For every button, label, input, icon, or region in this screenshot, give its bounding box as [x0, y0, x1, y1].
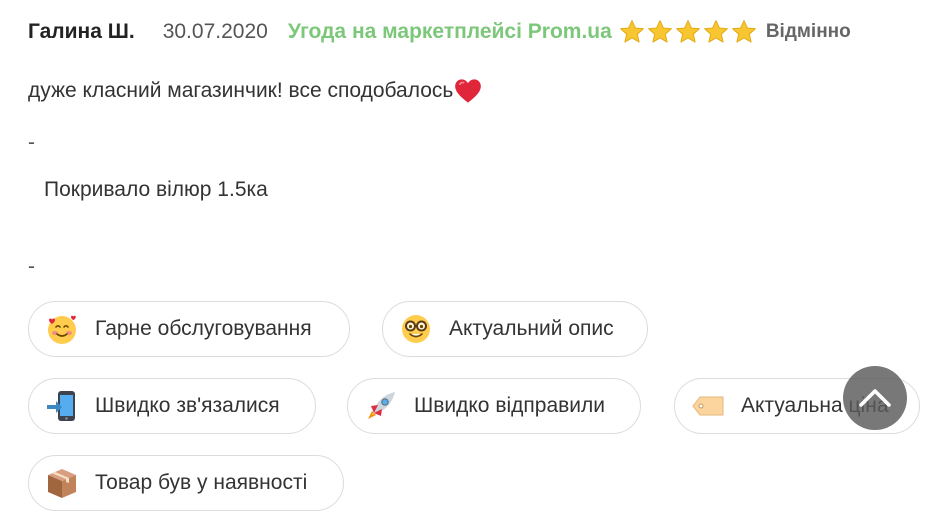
rating-label: Відмінно [765, 21, 851, 42]
star-icon [731, 20, 756, 43]
star-icon [647, 20, 672, 43]
tag-chip-quick-contact[interactable]: Швидко зв'язалися [28, 378, 316, 434]
tag-label: Гарне обслуговування [95, 317, 312, 340]
rating-stars [618, 18, 758, 46]
tag-label: Швидко відправили [414, 394, 605, 417]
separator-dash: - [28, 131, 35, 154]
star-icon [703, 20, 728, 43]
tag-label: Товар був у наявності [95, 471, 308, 494]
deal-badge: Угода на маркетплейсі Prom.ua [287, 20, 612, 43]
review-author: Галина Ш. [28, 20, 135, 43]
tag-label: Швидко зв'язалися [95, 394, 280, 417]
review-text-line: дуже класний магазинчик! все сподобалось [28, 78, 482, 104]
separator-dash: - [28, 255, 35, 278]
scroll-to-top-button[interactable] [843, 366, 907, 430]
price-tag-icon [691, 389, 725, 423]
tag-chip-in-stock[interactable]: Товар був у наявності [28, 455, 344, 511]
star-icon [675, 20, 700, 43]
chevron-up-icon [859, 389, 891, 407]
heart-icon [455, 79, 482, 103]
star-icon [619, 20, 644, 43]
tag-chip-quick-shipping[interactable]: Швидко відправили [347, 378, 641, 434]
tag-chip-actual-description[interactable]: Актуальний опис [382, 301, 648, 357]
review-text: дуже класний магазинчик! все сподобалось [28, 79, 454, 102]
smiling-face-with-hearts-icon [45, 312, 79, 346]
review-header: Галина Ш. 30.07.2020 Угода на маркетплей… [28, 16, 851, 48]
tag-label: Актуальний опис [449, 317, 614, 340]
review-date: 30.07.2020 [162, 20, 268, 43]
package-icon [45, 466, 79, 500]
mobile-phone-arrow-icon [45, 389, 79, 423]
product-name: Покривало вілюр 1.5ка [44, 178, 268, 201]
tag-chip-good-service[interactable]: Гарне обслуговування [28, 301, 350, 357]
rocket-icon [364, 389, 398, 423]
nerd-face-icon [399, 312, 433, 346]
